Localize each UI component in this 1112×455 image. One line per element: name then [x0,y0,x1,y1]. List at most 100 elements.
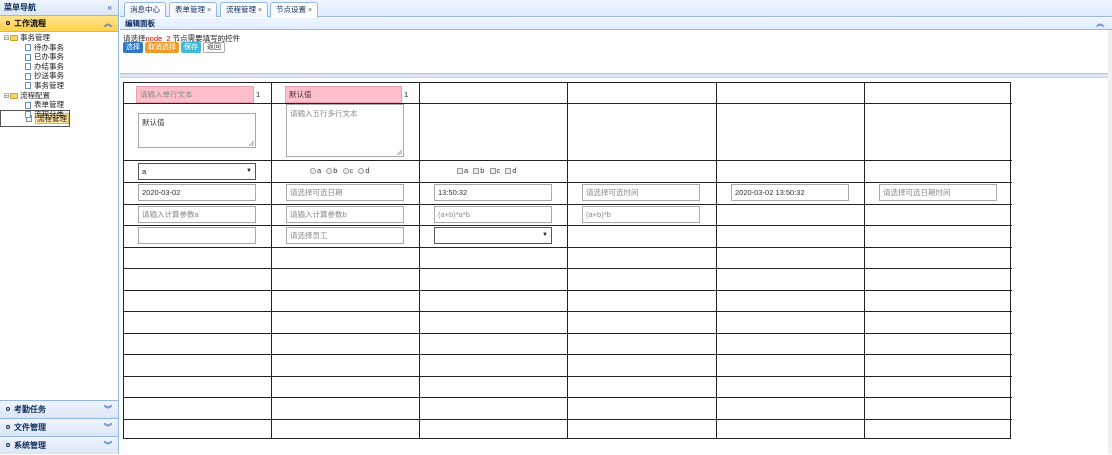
double-chevron-down-icon[interactable]: ︾ [104,437,112,455]
grid-line [124,225,1012,226]
grid-line [864,83,865,438]
radio-c[interactable] [342,167,349,174]
grid-line [124,160,1012,161]
vertical-scrollbar[interactable] [1108,30,1112,454]
formula-input-1[interactable]: (a+b)*a*b [434,206,552,223]
radio-a[interactable] [310,167,316,174]
date-input[interactable]: 2020-03-02 [138,184,256,201]
sidebar-title-text: 菜单导航 [4,3,36,12]
tab-node-settings[interactable]: 节点设置 × [270,2,319,18]
grid-line [124,333,1012,334]
tree-item-form-manage[interactable]: 表单管理 [0,100,118,110]
grid-line [124,182,1012,183]
default-text-count: 1 [404,90,409,99]
grid-line [124,311,1012,312]
grid-line [124,247,1012,248]
menu-tree: ⊟ 事务管理 待办事务 已办事务 办结事务 抄送事务 事务管理 ⊟ 流程配置 表单管… [0,33,118,127]
file-icon [25,101,31,109]
single-line-text-input[interactable]: 请输入单行文本 [136,86,254,103]
time-picker-input[interactable]: 请选择可选时间 [582,184,700,201]
close-icon[interactable]: × [258,7,262,14]
checkbox-c[interactable] [489,167,496,174]
cancel-select-button[interactable]: 取消选择 [145,42,179,53]
grid-line [124,354,1012,355]
close-icon[interactable]: × [308,7,312,14]
bullet-icon [6,443,10,448]
select-dropdown-a[interactable]: a ▼ [138,163,256,180]
save-button[interactable]: 保存 [181,42,201,53]
file-icon [25,82,31,90]
datetime-picker-input[interactable]: 请选择可选日期时间 [879,184,997,201]
radio-group: a b c d [307,166,370,175]
close-icon[interactable]: × [207,7,211,14]
section-workflow-label: 工作流程 [14,19,46,28]
tree-item-affair-manage[interactable]: 事务管理 [0,81,118,91]
employee-picker-input[interactable]: 请选择员工 [286,227,404,244]
double-chevron-up-icon[interactable]: ︽ [104,16,112,32]
empty-input[interactable] [138,227,256,244]
checkbox-d[interactable] [505,167,512,174]
folder-icon [10,35,18,42]
tree-item-cc[interactable]: 抄送事务 [0,71,118,81]
tree-item-todo[interactable]: 待办事务 [0,43,118,53]
checkbox-b[interactable] [473,167,480,174]
grid-line [567,83,568,438]
main-area: 消息中心 表单管理 × 流程管理 × 节点设置 × 编辑面板 ︽ 请选择node_2 … [120,0,1112,454]
panel-title: 编辑面板 [125,19,155,28]
calc-param-a-input[interactable]: 请输入计算参数a [138,206,256,223]
multiline-textarea[interactable]: 请输入五行多行文本 [286,104,404,157]
caret-down-icon: ▼ [246,168,252,174]
tree-item-done[interactable]: 已办事务 [0,52,118,62]
checkbox-a[interactable] [457,167,463,174]
select-button[interactable]: 选择 [123,42,143,53]
tree-folder-config[interactable]: ⊟ 流程配置 [0,91,118,101]
splitter[interactable] [120,73,1112,78]
radio-b[interactable] [326,167,333,174]
radio-d[interactable] [358,167,365,174]
bullet-icon [6,407,10,412]
double-chevron-left-icon[interactable]: « [108,0,112,16]
double-chevron-up-icon[interactable]: ︽ [1097,18,1105,30]
double-chevron-down-icon[interactable]: ︾ [104,419,112,437]
datetime-input[interactable]: 2020-03-02 13:50:32 [731,184,849,201]
tree-item-finished[interactable]: 办结事务 [0,62,118,72]
grid-line [124,268,1012,269]
time-input[interactable]: 13:50:32 [434,184,552,201]
grid-line [271,83,272,438]
tree-item-process-category[interactable]: 流程分类 [0,110,118,120]
grid-line [124,290,1012,291]
section-workflow[interactable]: 工作流程 ︽ [0,16,118,32]
tab-message-center[interactable]: 消息中心 [124,2,166,17]
caret-down-icon: ▼ [542,232,548,238]
grid-line [124,103,1012,104]
sidebar-title: 菜单导航 « [0,0,118,16]
date-picker-input[interactable]: 请选择可选日期 [286,184,404,201]
file-icon [25,53,31,61]
grid-line [124,397,1012,398]
double-chevron-down-icon[interactable]: ︾ [104,401,112,419]
grid-line [419,83,420,438]
file-icon [25,63,31,71]
tree-folder-affairs[interactable]: ⊟ 事务管理 [0,33,118,43]
back-button[interactable]: 返回 [203,42,225,53]
section-attendance[interactable]: 考勤任务 ︾ [0,400,118,418]
section-files[interactable]: 文件管理 ︾ [0,418,118,436]
grid-line [124,204,1012,205]
tab-bar: 消息中心 表单管理 × 流程管理 × 节点设置 × [120,0,1112,18]
calc-param-b-input[interactable]: 请输入计算参数b [286,206,404,223]
bottom-sections: 考勤任务 ︾ 文件管理 ︾ 系统管理 ︾ [0,400,118,454]
default-value-input[interactable]: 默认值 [285,86,402,103]
tab-form-manage[interactable]: 表单管理 × [169,2,218,17]
single-text-count: 1 [256,90,261,99]
sidebar: 菜单导航 « 工作流程 ︽ ⊟ 事务管理 待办事务 已办事务 办结事务 抄送事务 … [0,0,119,454]
section-system[interactable]: 系统管理 ︾ [0,436,118,454]
tab-process-manage[interactable]: 流程管理 × [220,2,269,17]
textarea-default[interactable]: 默认值 [138,113,256,148]
form-table: 请输入单行文本 1 默认值 1 默认值 请输入五行多行文本 a ▼ a b c d… [123,82,1012,439]
formula-input-2[interactable]: (a+b)*b [582,206,700,223]
folder-icon [10,92,18,99]
bullet-icon [6,21,10,26]
file-icon [25,72,31,80]
select-dropdown-empty[interactable]: ▼ [434,227,552,244]
file-icon [25,44,31,52]
